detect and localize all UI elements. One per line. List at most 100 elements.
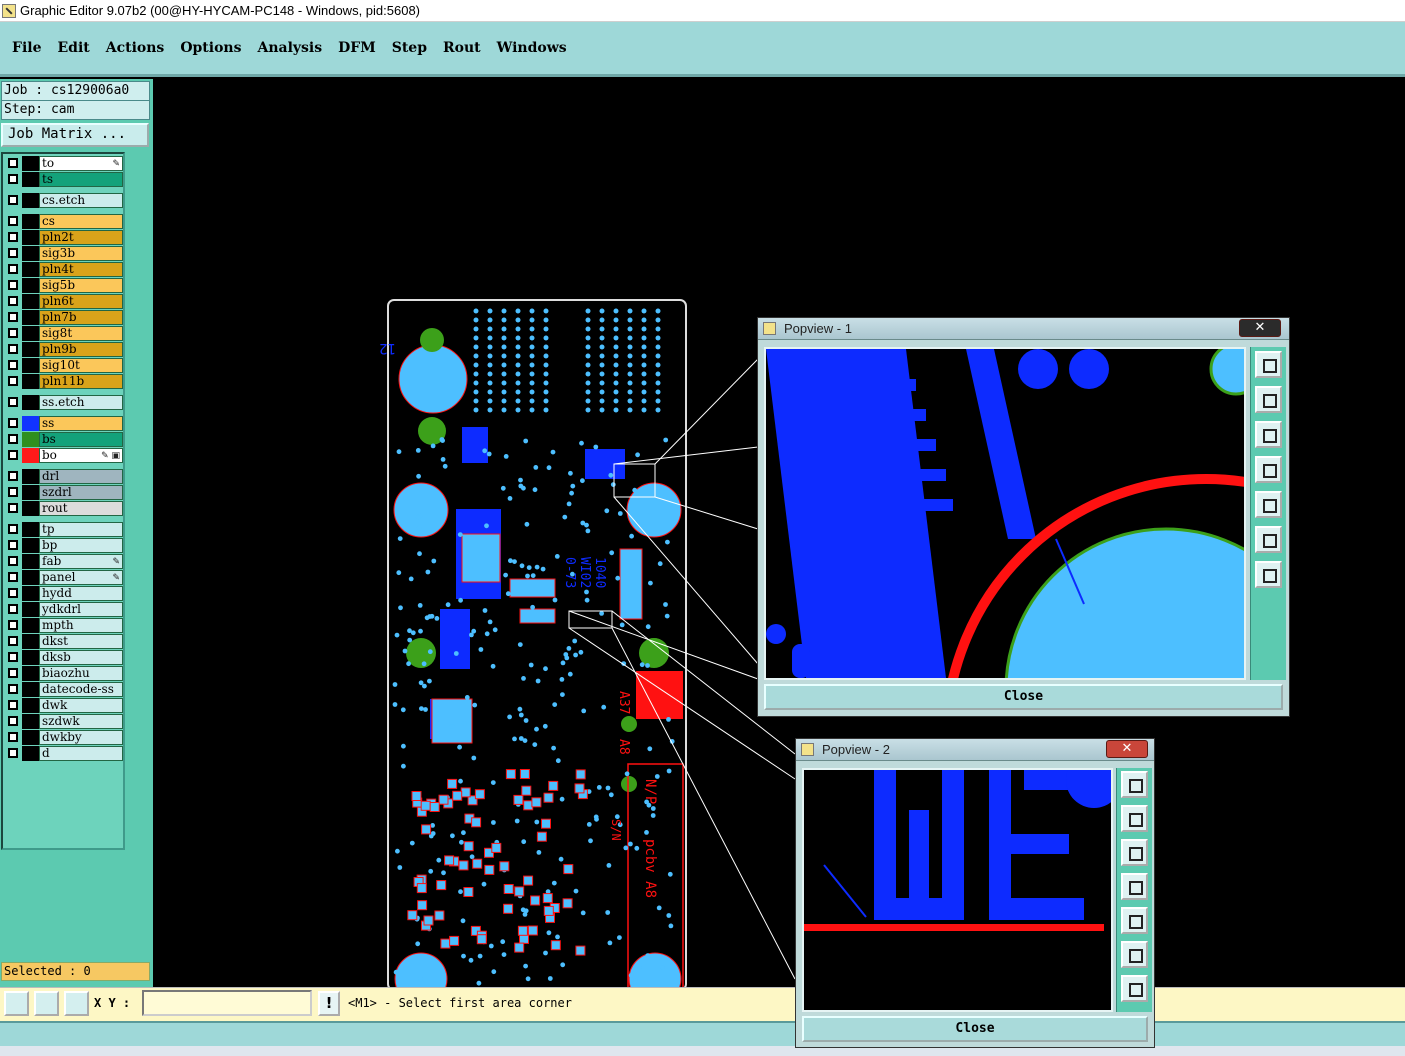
pan-right-icon[interactable] xyxy=(1121,907,1148,934)
via xyxy=(490,780,496,785)
via xyxy=(515,317,521,323)
via xyxy=(461,953,466,959)
smd-pad xyxy=(531,797,542,808)
popview-2-close-button[interactable]: Close xyxy=(802,1016,1148,1042)
via xyxy=(419,706,424,711)
menu-actions[interactable]: Actions xyxy=(106,40,165,56)
smd-pad xyxy=(476,934,487,945)
via xyxy=(613,371,619,377)
zoom-out-icon[interactable] xyxy=(1255,561,1282,588)
via xyxy=(415,448,421,453)
via xyxy=(634,845,640,851)
via xyxy=(505,591,511,597)
via xyxy=(487,353,493,359)
via xyxy=(402,648,408,654)
via xyxy=(632,978,638,984)
via xyxy=(606,863,612,868)
via xyxy=(543,407,549,413)
via xyxy=(529,389,535,395)
via xyxy=(543,353,549,359)
via xyxy=(666,768,672,774)
via xyxy=(599,344,605,350)
menu-step[interactable]: Step xyxy=(392,40,427,56)
pan-left-icon[interactable] xyxy=(1255,456,1282,483)
smd-pad xyxy=(514,886,525,897)
via xyxy=(579,440,584,446)
glyph-stroke xyxy=(942,770,964,920)
via xyxy=(423,707,428,712)
smd-pad xyxy=(523,875,534,886)
menu-analysis[interactable]: Analysis xyxy=(257,40,322,56)
zoom-in-icon[interactable] xyxy=(1255,526,1282,553)
board-label: 12 xyxy=(379,340,396,356)
via xyxy=(529,353,535,359)
via xyxy=(641,362,647,368)
board-label: 1040 xyxy=(592,557,607,588)
menu-options[interactable]: Options xyxy=(180,40,241,56)
menu-rout[interactable]: Rout xyxy=(443,40,481,56)
via xyxy=(457,532,463,537)
menu-dfm[interactable]: DFM xyxy=(338,40,376,56)
via xyxy=(523,438,529,444)
menu-edit[interactable]: Edit xyxy=(57,40,89,56)
via xyxy=(492,627,498,633)
via xyxy=(473,371,479,377)
via xyxy=(428,868,434,874)
measure-icon[interactable] xyxy=(34,991,59,1016)
zoom-fit-icon[interactable] xyxy=(4,991,29,1016)
via xyxy=(628,973,634,978)
via xyxy=(481,881,487,887)
via xyxy=(526,565,532,570)
zoom-home-icon[interactable] xyxy=(1255,351,1282,378)
via xyxy=(532,742,538,747)
via xyxy=(627,335,633,341)
via xyxy=(449,724,455,729)
via xyxy=(401,763,406,769)
board-label: 0-73 xyxy=(562,557,577,588)
via xyxy=(664,613,670,619)
via xyxy=(645,953,651,958)
via xyxy=(655,326,661,332)
pan-down-icon[interactable] xyxy=(1121,839,1148,866)
pan-down-icon[interactable] xyxy=(1255,421,1282,448)
pan-up-icon[interactable] xyxy=(1121,805,1148,832)
popview-1-close-icon[interactable]: ✕ xyxy=(1239,319,1281,337)
smd-pad xyxy=(423,915,434,926)
zoom-home-icon[interactable] xyxy=(1121,771,1148,798)
xy-input[interactable] xyxy=(142,990,312,1016)
popview-2-view[interactable] xyxy=(802,768,1113,1012)
zoom-in-icon[interactable] xyxy=(1121,941,1148,968)
via xyxy=(521,839,527,845)
warning-icon[interactable]: ! xyxy=(318,991,340,1016)
smd-pad xyxy=(550,940,561,951)
popview-2-close-icon[interactable]: ✕ xyxy=(1106,740,1148,758)
via xyxy=(517,706,523,712)
via xyxy=(487,619,493,625)
via xyxy=(417,603,423,608)
via xyxy=(663,602,668,607)
via xyxy=(599,398,605,404)
pan-up-icon[interactable] xyxy=(1255,386,1282,413)
menu-file[interactable]: File xyxy=(12,40,41,56)
zoom-out-icon[interactable] xyxy=(1121,975,1148,1002)
via xyxy=(588,838,593,844)
popview-2-toolbar xyxy=(1116,768,1152,1012)
via xyxy=(514,818,520,824)
via xyxy=(560,962,566,968)
component-pad xyxy=(509,578,556,598)
menu-windows[interactable]: Windows xyxy=(497,40,567,56)
popview-1-view[interactable] xyxy=(764,347,1246,680)
via xyxy=(440,457,446,462)
pan-left-icon[interactable] xyxy=(1121,873,1148,900)
component-pad xyxy=(431,698,473,744)
via xyxy=(461,830,466,836)
grid-snap-icon[interactable] xyxy=(64,991,89,1016)
via xyxy=(552,702,558,707)
via xyxy=(635,452,640,458)
smd-pad xyxy=(421,824,432,835)
pan-right-icon[interactable] xyxy=(1255,491,1282,518)
popview-1-close-button[interactable]: Close xyxy=(764,684,1283,710)
via xyxy=(416,525,422,531)
via xyxy=(512,736,517,742)
via xyxy=(573,888,579,894)
